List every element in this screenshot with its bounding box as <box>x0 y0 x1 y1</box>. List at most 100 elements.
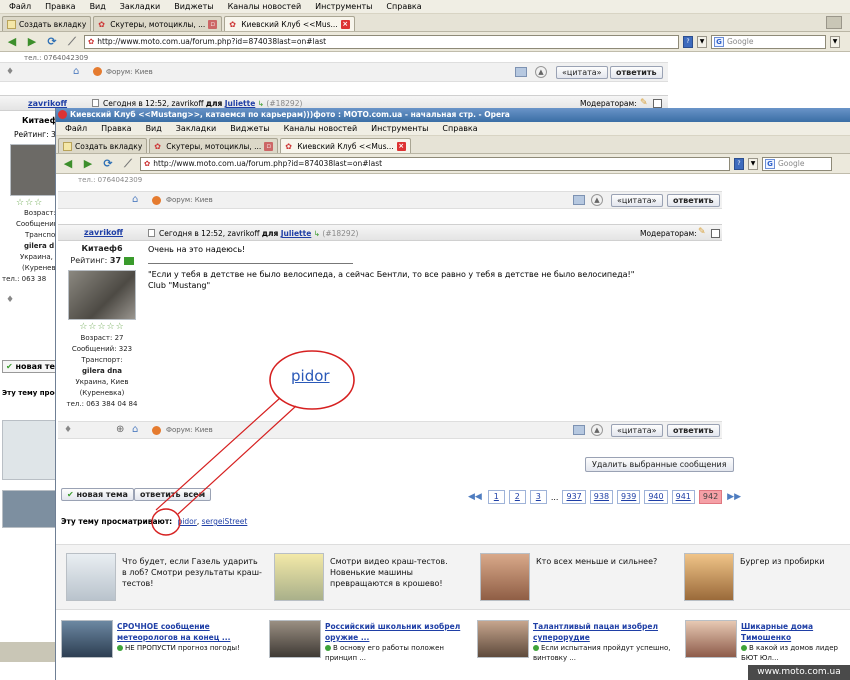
help-icon[interactable]: ? <box>734 157 744 170</box>
bg-quote-button[interactable]: «цитата» <box>556 66 608 79</box>
menu-file[interactable]: Файл <box>58 124 94 133</box>
select-post-checkbox[interactable] <box>711 229 720 238</box>
prev-page-icon[interactable]: ◀◀ <box>468 492 482 502</box>
quote-button[interactable]: «цитата» <box>611 424 663 437</box>
close-icon[interactable]: ▫ <box>264 141 274 151</box>
menu-help[interactable]: Справка <box>435 124 484 133</box>
menu-widgets[interactable]: Виджеты <box>223 124 276 133</box>
bg-menu-tools[interactable]: Инструменты <box>308 2 379 11</box>
address-bar[interactable]: ✿ http://www.moto.com.ua/forum.php?id=87… <box>140 156 730 171</box>
bg-reply-button[interactable]: ответить <box>610 66 663 79</box>
teaser-text-4[interactable]: Бургер из пробирки <box>740 556 845 567</box>
teaser-text-2[interactable]: Смотри видео краш-тестов. Новенькие маши… <box>330 556 475 589</box>
teaser-thumb-1[interactable] <box>66 553 116 601</box>
page-939[interactable]: 939 <box>617 490 641 504</box>
trash-icon[interactable] <box>826 16 842 29</box>
tab-club[interactable]: ✿ Киевский Клуб <<Mus... × <box>280 138 411 153</box>
bg-author-link[interactable]: zavrikoff <box>28 99 67 108</box>
teaser-thumb-3[interactable] <box>480 553 530 601</box>
up-icon[interactable]: ▲ <box>591 194 603 206</box>
bg-menu-bookmarks[interactable]: Закладки <box>113 2 167 11</box>
quote-button-top[interactable]: «цитата» <box>611 194 663 207</box>
page-1[interactable]: 1 <box>487 490 505 504</box>
menu-edit[interactable]: Правка <box>94 124 138 133</box>
new-topic-button[interactable]: ✔ новая тема <box>61 488 134 501</box>
forward-icon[interactable]: ▶ <box>80 157 96 171</box>
viewer-pidor[interactable]: pidor <box>178 517 197 526</box>
print-icon[interactable] <box>573 425 585 435</box>
page-3[interactable]: 3 <box>529 490 547 504</box>
bg-to-user-link[interactable]: Juliette <box>225 99 256 108</box>
page-2[interactable]: 2 <box>508 490 526 504</box>
pencil-icon[interactable]: ✎ <box>640 98 648 108</box>
author-link[interactable]: zavrikoff <box>84 228 123 237</box>
forward-icon[interactable]: ▶ <box>24 35 40 49</box>
page-942-current[interactable]: 942 <box>698 490 723 504</box>
close-icon[interactable]: × <box>340 19 350 29</box>
news-title-2[interactable]: Российский школьник изобрел оружие ... <box>325 621 471 643</box>
bg-menu-file[interactable]: Файл <box>2 2 38 11</box>
chevron-down-icon[interactable]: ▼ <box>748 157 758 170</box>
pencil-icon[interactable]: ✎ <box>698 227 706 237</box>
news-thumb-2[interactable] <box>269 620 321 658</box>
teaser-thumb-2[interactable] <box>274 553 324 601</box>
page-937[interactable]: 937 <box>562 490 586 504</box>
page-ellipsis: ... <box>550 492 559 502</box>
bg-menu-edit[interactable]: Правка <box>38 2 82 11</box>
bg-menu-view[interactable]: Вид <box>83 2 113 11</box>
chevron-down-icon[interactable]: ▼ <box>830 35 840 48</box>
up-icon[interactable]: ▲ <box>591 424 603 436</box>
back-icon[interactable]: ◀ <box>60 157 76 171</box>
help-icon[interactable]: ? <box>683 35 693 48</box>
bg-search-box[interactable]: G Google <box>711 34 826 49</box>
reload-icon[interactable]: ⟳ <box>100 157 116 171</box>
close-icon[interactable]: ▫ <box>208 19 218 29</box>
chevron-down-icon[interactable]: ▼ <box>697 35 707 48</box>
bg-messages: Сообщений <box>16 220 59 228</box>
menu-feeds[interactable]: Каналы новостей <box>277 124 365 133</box>
to-user-link[interactable]: Juliette <box>281 229 312 238</box>
tab-scooters-label: Скутеры, мотоциклы, ... <box>166 141 262 151</box>
print-icon[interactable] <box>515 67 527 77</box>
page-940[interactable]: 940 <box>644 490 668 504</box>
teaser-thumb-4[interactable] <box>684 553 734 601</box>
search-box[interactable]: G Google <box>762 156 832 171</box>
tab-scooters[interactable]: ✿ Скутеры, мотоциклы, ... ▫ <box>149 138 279 153</box>
close-icon[interactable]: × <box>396 141 406 151</box>
bg-tab-scooters[interactable]: ✿ Скутеры, мотоциклы, ... ▫ <box>93 16 223 31</box>
back-icon[interactable]: ◀ <box>4 35 20 49</box>
page-938[interactable]: 938 <box>589 490 614 504</box>
news-title-4[interactable]: Шикарные дома Тимошенко <box>741 621 849 643</box>
bg-tab-club[interactable]: ✿ Киевский Клуб <<Mus... × <box>224 16 355 31</box>
menu-tools[interactable]: Инструменты <box>364 124 435 133</box>
bg-select-checkbox[interactable] <box>653 99 662 108</box>
print-icon[interactable] <box>573 195 585 205</box>
news-title-1[interactable]: СРОЧНОЕ сообщение метеорологов на конец … <box>117 621 263 643</box>
next-page-icon[interactable]: ▶▶ <box>727 492 741 502</box>
menu-view[interactable]: Вид <box>139 124 169 133</box>
bg-address-bar[interactable]: ✿ http://www.moto.com.ua/forum.php?id=87… <box>84 34 679 49</box>
bg-menu-feeds[interactable]: Каналы новостей <box>221 2 309 11</box>
bg-new-tab[interactable]: Создать вкладку <box>2 16 92 31</box>
news-thumb-4[interactable] <box>685 620 737 658</box>
news-title-3[interactable]: Талантливый пацан изобрел суперорудие <box>533 621 679 643</box>
bg-new-topic-button[interactable]: ✔ новая те <box>2 360 59 373</box>
delete-selected-button[interactable]: Удалить выбранные сообщения <box>585 457 734 472</box>
new-tab[interactable]: Создать вкладку <box>58 138 148 153</box>
news-thumb-1[interactable] <box>61 620 113 658</box>
menu-bookmarks[interactable]: Закладки <box>169 124 223 133</box>
reload-icon[interactable]: ⟳ <box>44 35 60 49</box>
reply-button[interactable]: ответить <box>667 424 720 437</box>
up-icon[interactable]: ▲ <box>535 66 547 78</box>
reply-button-top[interactable]: ответить <box>667 194 720 207</box>
viewer-sergeistreet[interactable]: sergeiStreet <box>202 517 248 526</box>
news-thumb-3[interactable] <box>477 620 529 658</box>
page-941[interactable]: 941 <box>671 490 695 504</box>
wand-icon[interactable]: ⟋ <box>120 157 136 171</box>
teaser-text-3[interactable]: Кто всех меньше и сильнее? <box>536 556 676 567</box>
bg-menu-help[interactable]: Справка <box>379 2 428 11</box>
wand-icon[interactable]: ⟋ <box>64 35 80 49</box>
teaser-text-1[interactable]: Что будет, если Газель ударить в лоб? См… <box>122 556 264 589</box>
bg-menu-widgets[interactable]: Виджеты <box>167 2 220 11</box>
reply-all-button[interactable]: ответить всем <box>134 488 212 501</box>
